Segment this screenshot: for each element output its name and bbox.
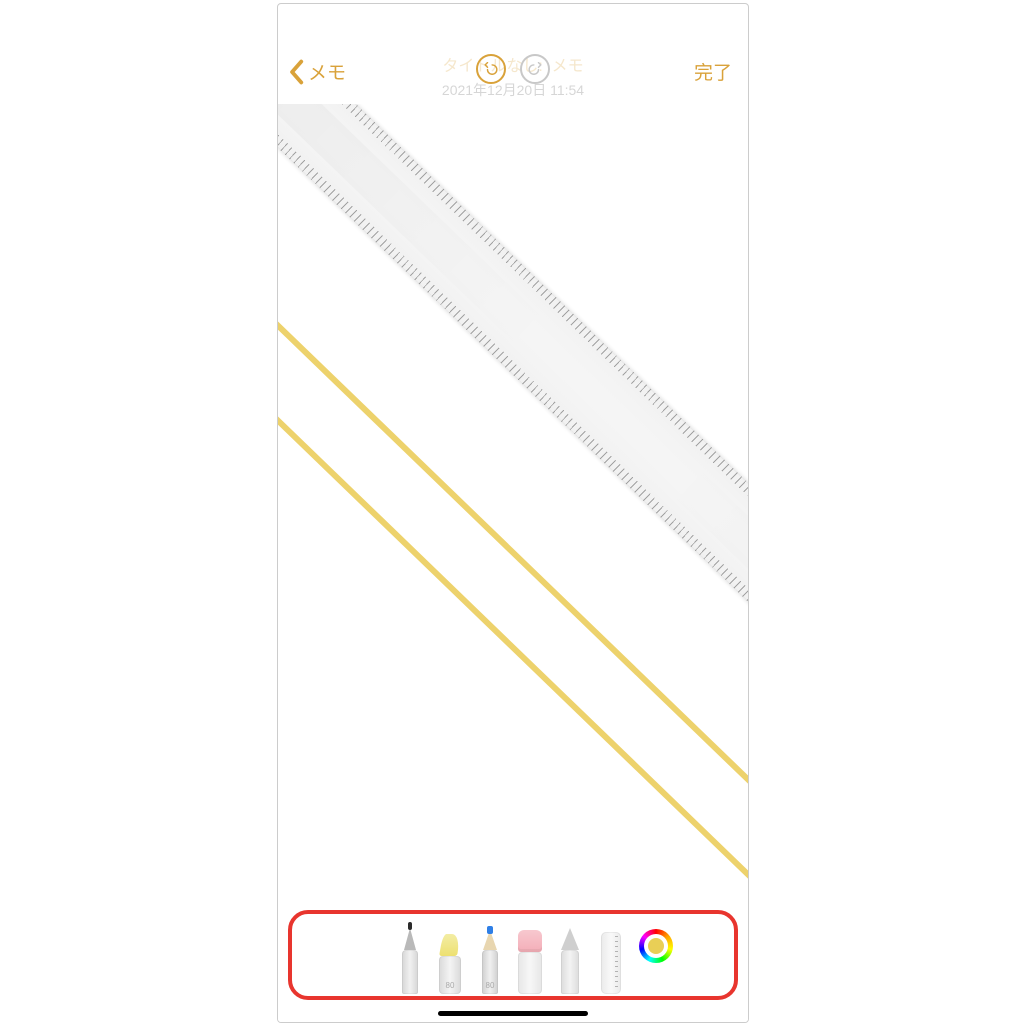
- pencil-tool[interactable]: 80: [473, 926, 507, 994]
- pen-tool[interactable]: [393, 926, 427, 994]
- redo-button[interactable]: [520, 54, 550, 84]
- done-label: 完了: [694, 63, 732, 84]
- markup-toolbar-region: 80 80: [288, 910, 738, 1000]
- back-button[interactable]: メモ: [288, 58, 346, 85]
- done-button[interactable]: 完了: [694, 58, 732, 85]
- eraser-tool[interactable]: [513, 926, 547, 994]
- drawing-canvas[interactable]: [278, 104, 748, 1022]
- lasso-tool[interactable]: [553, 926, 587, 994]
- navigation-bar: メモ タイトルなし: メモ 2021年12月20日 11:54: [278, 4, 748, 104]
- home-indicator[interactable]: [438, 1011, 588, 1016]
- undo-redo-group: [476, 54, 550, 84]
- undo-button[interactable]: [476, 54, 506, 84]
- highlighter-tool[interactable]: 80: [433, 926, 467, 994]
- undo-icon: [484, 62, 498, 76]
- markup-toolbar: 80 80: [288, 914, 738, 994]
- back-label: メモ: [308, 58, 346, 85]
- color-picker-button[interactable]: [639, 929, 673, 963]
- ruler-overlay[interactable]: [278, 104, 748, 751]
- highlighter-opacity-label: 80: [439, 981, 461, 990]
- ruler-tool[interactable]: [593, 926, 627, 994]
- redo-icon: [528, 62, 542, 76]
- phone-frame: メモ タイトルなし: メモ 2021年12月20日 11:54: [277, 3, 749, 1023]
- note-title-part2: メモ: [552, 58, 584, 75]
- pencil-opacity-label: 80: [482, 981, 498, 990]
- chevron-left-icon: [288, 59, 304, 85]
